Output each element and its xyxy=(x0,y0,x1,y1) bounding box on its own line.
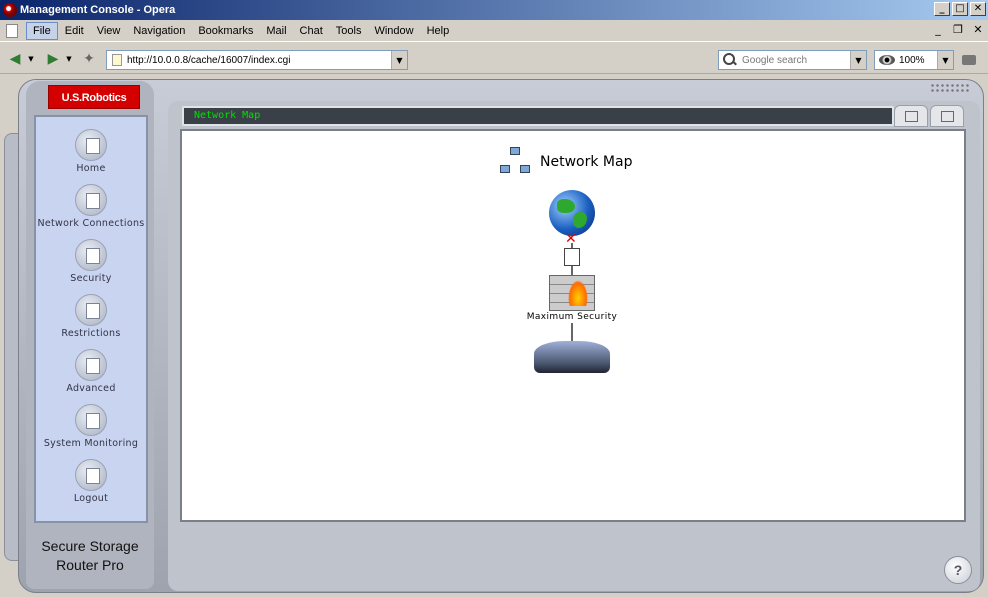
menu-bar: File Edit View Navigation Bookmarks Mail… xyxy=(0,20,988,42)
tree-view-icon xyxy=(905,111,918,122)
product-name-line1: Secure Storage xyxy=(41,538,139,554)
nav-logout[interactable]: Logout xyxy=(36,447,146,504)
menu-chat[interactable]: Chat xyxy=(294,23,329,39)
search-field[interactable]: Google search ▼ xyxy=(718,50,867,70)
mdi-close-button[interactable]: ✕ xyxy=(970,23,986,37)
grip-dots xyxy=(930,83,970,93)
search-placeholder[interactable]: Google search xyxy=(742,55,850,66)
maximize-button[interactable]: □ xyxy=(952,2,968,16)
address-field[interactable]: http://10.0.0.8/cache/16007/index.cgi ▼ xyxy=(106,50,408,70)
nav-restrictions[interactable]: Restrictions xyxy=(36,282,146,339)
nav-home[interactable]: Home xyxy=(36,117,146,174)
close-button[interactable]: ✕ xyxy=(970,2,986,16)
nav-advanced[interactable]: Advanced xyxy=(36,337,146,394)
home-icon xyxy=(75,129,107,161)
forward-history-dropdown[interactable]: ▼ xyxy=(64,55,74,63)
link-line xyxy=(571,323,573,343)
internet-globe-icon[interactable] xyxy=(549,190,595,236)
page-icon xyxy=(112,54,122,66)
nav-network-connections[interactable]: Network Connections xyxy=(36,172,146,229)
menu-bookmarks[interactable]: Bookmarks xyxy=(192,23,259,39)
map-view-button[interactable] xyxy=(894,105,928,127)
zoom-value[interactable]: 100% xyxy=(899,55,937,66)
document-icon xyxy=(6,23,18,38)
menu-tools[interactable]: Tools xyxy=(330,23,368,39)
router-console: U.S.Robotics Home Network Connections Se… xyxy=(0,75,988,597)
back-history-dropdown[interactable]: ▼ xyxy=(26,55,36,63)
zoom-field[interactable]: 100% ▼ xyxy=(874,50,954,70)
product-name-line2: Router Pro xyxy=(56,557,124,573)
address-toolbar: ◀ ▼ ▶ ▼ ✦ http://10.0.0.8/cache/16007/in… xyxy=(0,44,988,74)
content-area xyxy=(180,129,966,522)
minimize-button[interactable]: _ xyxy=(934,2,950,16)
list-view-button[interactable] xyxy=(930,105,964,127)
menu-help[interactable]: Help xyxy=(421,23,456,39)
window-title: Management Console - Opera xyxy=(20,4,176,16)
forward-button[interactable]: ▶ xyxy=(42,49,64,69)
logout-icon xyxy=(75,459,107,491)
section-tab-bar: Network Map xyxy=(182,106,894,126)
menu-navigation[interactable]: Navigation xyxy=(127,23,191,39)
menu-file[interactable]: File xyxy=(26,21,58,40)
search-icon xyxy=(723,53,737,67)
section-tab-label: Network Map xyxy=(194,110,261,121)
menu-edit[interactable]: Edit xyxy=(59,23,90,39)
help-button[interactable]: ? xyxy=(944,556,972,584)
opera-logo-icon xyxy=(3,3,17,17)
title-bar: Management Console - Opera _ □ ✕ xyxy=(0,0,988,20)
nav-security[interactable]: Security xyxy=(36,227,146,284)
nav-logout-label: Logout xyxy=(73,493,109,504)
system-monitoring-icon xyxy=(75,404,107,436)
usrobotics-logo: U.S.Robotics xyxy=(48,85,140,109)
search-engine-dropdown[interactable]: ▼ xyxy=(850,51,866,69)
network-map-title: Network Map xyxy=(540,154,633,170)
bottom-bar xyxy=(180,527,966,587)
wan-plug-icon[interactable] xyxy=(564,248,580,266)
camera-icon[interactable] xyxy=(962,55,976,65)
nav-panel: Home Network Connections Security Restri… xyxy=(34,115,148,523)
mdi-minimize-button[interactable]: _ xyxy=(930,23,946,37)
network-map-heading: Network Map xyxy=(500,147,632,177)
mdi-restore-button[interactable]: ❐ xyxy=(950,23,966,37)
security-icon xyxy=(75,239,107,271)
back-button[interactable]: ◀ xyxy=(4,49,26,69)
list-view-icon xyxy=(941,111,954,122)
firewall-icon[interactable] xyxy=(549,275,595,311)
url-text[interactable]: http://10.0.0.8/cache/16007/index.cgi xyxy=(127,55,391,66)
router-device-icon[interactable] xyxy=(534,341,610,373)
eye-icon xyxy=(879,55,895,65)
network-map-icon xyxy=(500,147,534,177)
menu-window[interactable]: Window xyxy=(368,23,419,39)
advanced-icon xyxy=(75,349,107,381)
firewall-label: Maximum Security xyxy=(526,312,618,322)
zoom-dropdown[interactable]: ▼ xyxy=(937,51,953,69)
menu-mail[interactable]: Mail xyxy=(260,23,292,39)
wand-icon[interactable]: ✦ xyxy=(78,49,100,69)
menu-view[interactable]: View xyxy=(91,23,127,39)
nav-system-monitoring[interactable]: System Monitoring xyxy=(36,392,146,449)
address-dropdown[interactable]: ▼ xyxy=(391,51,407,69)
product-name: Secure Storage Router Pro xyxy=(30,537,150,575)
network-connections-icon xyxy=(75,184,107,216)
restrictions-icon xyxy=(75,294,107,326)
